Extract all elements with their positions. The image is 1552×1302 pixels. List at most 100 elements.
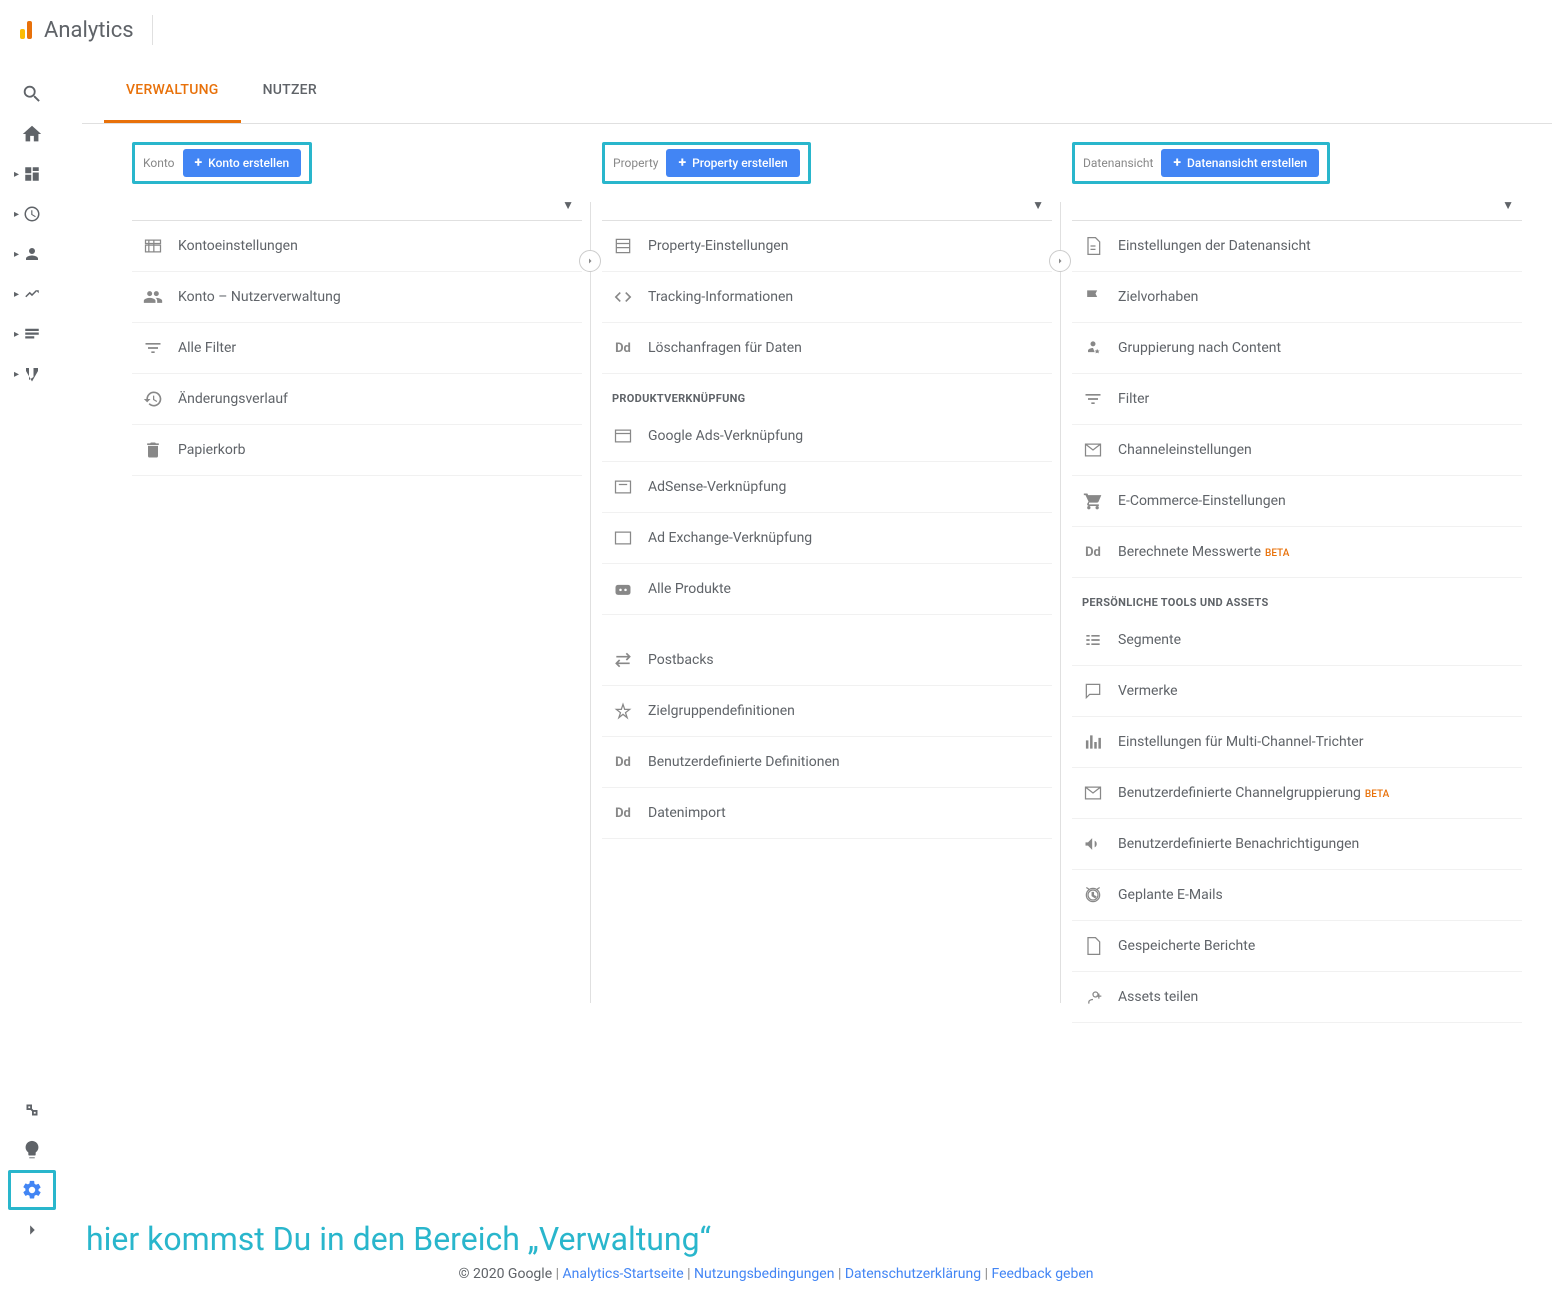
transfer-icon[interactable] — [1049, 250, 1071, 272]
create-account-button[interactable]: +Konto erstellen — [183, 149, 302, 177]
segments-item[interactable]: Segmente — [1072, 615, 1522, 666]
history-icon — [142, 388, 164, 410]
account-column: Konto +Konto erstellen ▼ Kontoeinstellun… — [132, 142, 582, 1023]
item-label: E-Commerce-Einstellungen — [1118, 493, 1286, 509]
item-label: Benutzerdefinierte Benachrichtigungen — [1118, 836, 1359, 852]
item-label: Segmente — [1118, 632, 1181, 648]
app-title: Analytics — [44, 18, 134, 43]
item-label: Alle Filter — [178, 340, 236, 356]
property-column: Property +Property erstellen ▼ Property-… — [602, 142, 1052, 1023]
item-label: Postbacks — [648, 652, 714, 668]
acquisition-icon[interactable]: ▸ — [8, 274, 56, 314]
footer-feedback-link[interactable]: Feedback geben — [991, 1266, 1093, 1282]
adsense-icon — [612, 476, 634, 498]
annotations-item[interactable]: Vermerke — [1072, 666, 1522, 717]
custom-definitions-item[interactable]: DdBenutzerdefinierte Definitionen — [602, 737, 1052, 788]
account-selector[interactable]: ▼ — [132, 184, 582, 221]
saved-reports-item[interactable]: Gespeicherte Berichte — [1072, 921, 1522, 972]
item-label: Vermerke — [1118, 683, 1178, 699]
item-label: Kontoeinstellungen — [178, 238, 298, 254]
item-label: Einstellungen für Multi-Channel-Trichter — [1118, 734, 1363, 750]
flag-icon — [1082, 286, 1104, 308]
filters-item[interactable]: Filter — [1072, 374, 1522, 425]
item-label: Benutzerdefinierte ChannelgruppierungBET… — [1118, 785, 1389, 801]
property-selector[interactable]: ▼ — [602, 184, 1052, 221]
google-ads-linking-item[interactable]: Google Ads-Verknüpfung — [602, 411, 1052, 462]
view-header: Datenansicht +Datenansicht erstellen — [1072, 142, 1330, 184]
account-header: Konto +Konto erstellen — [132, 142, 312, 184]
item-label: Property-Einstellungen — [648, 238, 788, 254]
view-selector[interactable]: ▼ — [1072, 184, 1522, 221]
tab-admin[interactable]: VERWALTUNG — [104, 60, 241, 123]
trash-item[interactable]: Papierkorb — [132, 425, 582, 476]
property-settings-item[interactable]: Property-Einstellungen — [602, 221, 1052, 272]
adexchange-linking-item[interactable]: Ad Exchange-Verknüpfung — [602, 513, 1052, 564]
trash-icon — [142, 439, 164, 461]
create-view-label: Datenansicht erstellen — [1187, 156, 1307, 170]
item-label: Assets teilen — [1118, 989, 1198, 1005]
item-label: Datenimport — [648, 805, 726, 821]
item-label: Geplante E-Mails — [1118, 887, 1223, 903]
custom-channel-grouping-item[interactable]: Benutzerdefinierte ChannelgruppierungBET… — [1072, 768, 1522, 819]
ecommerce-settings-item[interactable]: E-Commerce-Einstellungen — [1072, 476, 1522, 527]
search-icon[interactable] — [8, 74, 56, 114]
realtime-icon[interactable]: ▸ — [8, 194, 56, 234]
share-assets-item[interactable]: Assets teilen — [1072, 972, 1522, 1023]
footer-home-link[interactable]: Analytics-Startseite — [563, 1266, 684, 1282]
collapse-icon[interactable] — [8, 1210, 56, 1250]
person-star-icon — [1082, 337, 1104, 359]
item-label: Konto – Nutzerverwaltung — [178, 289, 341, 305]
channel-settings-item[interactable]: Channeleinstellungen — [1072, 425, 1522, 476]
admin-gear-icon[interactable] — [8, 1170, 56, 1210]
scheduled-emails-item[interactable]: Geplante E-Mails — [1072, 870, 1522, 921]
goals-item[interactable]: Zielvorhaben — [1072, 272, 1522, 323]
multi-channel-funnels-item[interactable]: Einstellungen für Multi-Channel-Trichter — [1072, 717, 1522, 768]
comment-icon — [1082, 680, 1104, 702]
cart-icon — [1082, 490, 1104, 512]
dd-icon: Dd — [612, 802, 634, 824]
footer-privacy-link[interactable]: Datenschutzerklärung — [845, 1266, 981, 1282]
audience-definitions-item[interactable]: Zielgruppendefinitionen — [602, 686, 1052, 737]
account-settings-item[interactable]: Kontoeinstellungen — [132, 221, 582, 272]
tracking-info-item[interactable]: Tracking-Informationen — [602, 272, 1052, 323]
item-label: Gespeicherte Berichte — [1118, 938, 1255, 954]
data-deletion-item[interactable]: DdLöschanfragen für Daten — [602, 323, 1052, 374]
data-import-item[interactable]: Dd Datenimport — [602, 788, 1052, 839]
all-filters-item[interactable]: Alle Filter — [132, 323, 582, 374]
account-user-mgmt-item[interactable]: Konto – Nutzerverwaltung — [132, 272, 582, 323]
discover-icon[interactable] — [8, 1130, 56, 1170]
transfer-icon[interactable] — [579, 250, 601, 272]
item-label: Benutzerdefinierte Definitionen — [648, 754, 840, 770]
footer-terms-link[interactable]: Nutzungsbedingungen — [694, 1266, 834, 1282]
create-property-button[interactable]: +Property erstellen — [666, 149, 799, 177]
item-label: Channeleinstellungen — [1118, 442, 1252, 458]
view-settings-item[interactable]: Einstellungen der Datenansicht — [1072, 221, 1522, 272]
conversions-icon[interactable]: ▸ — [8, 354, 56, 394]
sheet-icon — [1082, 235, 1104, 257]
calculated-metrics-item[interactable]: DdBerechnete MesswerteBETA — [1072, 527, 1522, 578]
audience-icon[interactable]: ▸ — [8, 234, 56, 274]
custom-alerts-item[interactable]: Benutzerdefinierte Benachrichtigungen — [1072, 819, 1522, 870]
postbacks-item[interactable]: Postbacks — [602, 635, 1052, 686]
item-label: Änderungsverlauf — [178, 391, 288, 407]
personal-tools-section: PERSÖNLICHE TOOLS UND ASSETS — [1072, 578, 1522, 615]
product-linking-section: PRODUKTVERKNÜPFUNG — [602, 374, 1052, 411]
change-history-item[interactable]: Änderungsverlauf — [132, 374, 582, 425]
home-icon[interactable] — [8, 114, 56, 154]
adsense-linking-item[interactable]: AdSense-Verknüpfung — [602, 462, 1052, 513]
footer: © 2020 Google | Analytics-Startseite | N… — [0, 1260, 1552, 1302]
attribution-icon[interactable] — [8, 1090, 56, 1130]
create-account-label: Konto erstellen — [208, 156, 289, 170]
filter-icon — [1082, 388, 1104, 410]
create-view-button[interactable]: +Datenansicht erstellen — [1161, 149, 1319, 177]
all-products-item[interactable]: Alle Produkte — [602, 564, 1052, 615]
behavior-icon[interactable]: ▸ — [8, 314, 56, 354]
code-icon — [612, 286, 634, 308]
clock-alarm-icon — [1082, 884, 1104, 906]
content-grouping-item[interactable]: Gruppierung nach Content — [1072, 323, 1522, 374]
tab-users[interactable]: NUTZER — [241, 60, 339, 123]
item-label: Filter — [1118, 391, 1149, 407]
item-label: Ad Exchange-Verknüpfung — [648, 530, 812, 546]
customization-icon[interactable]: ▸ — [8, 154, 56, 194]
share-person-icon — [1082, 986, 1104, 1008]
